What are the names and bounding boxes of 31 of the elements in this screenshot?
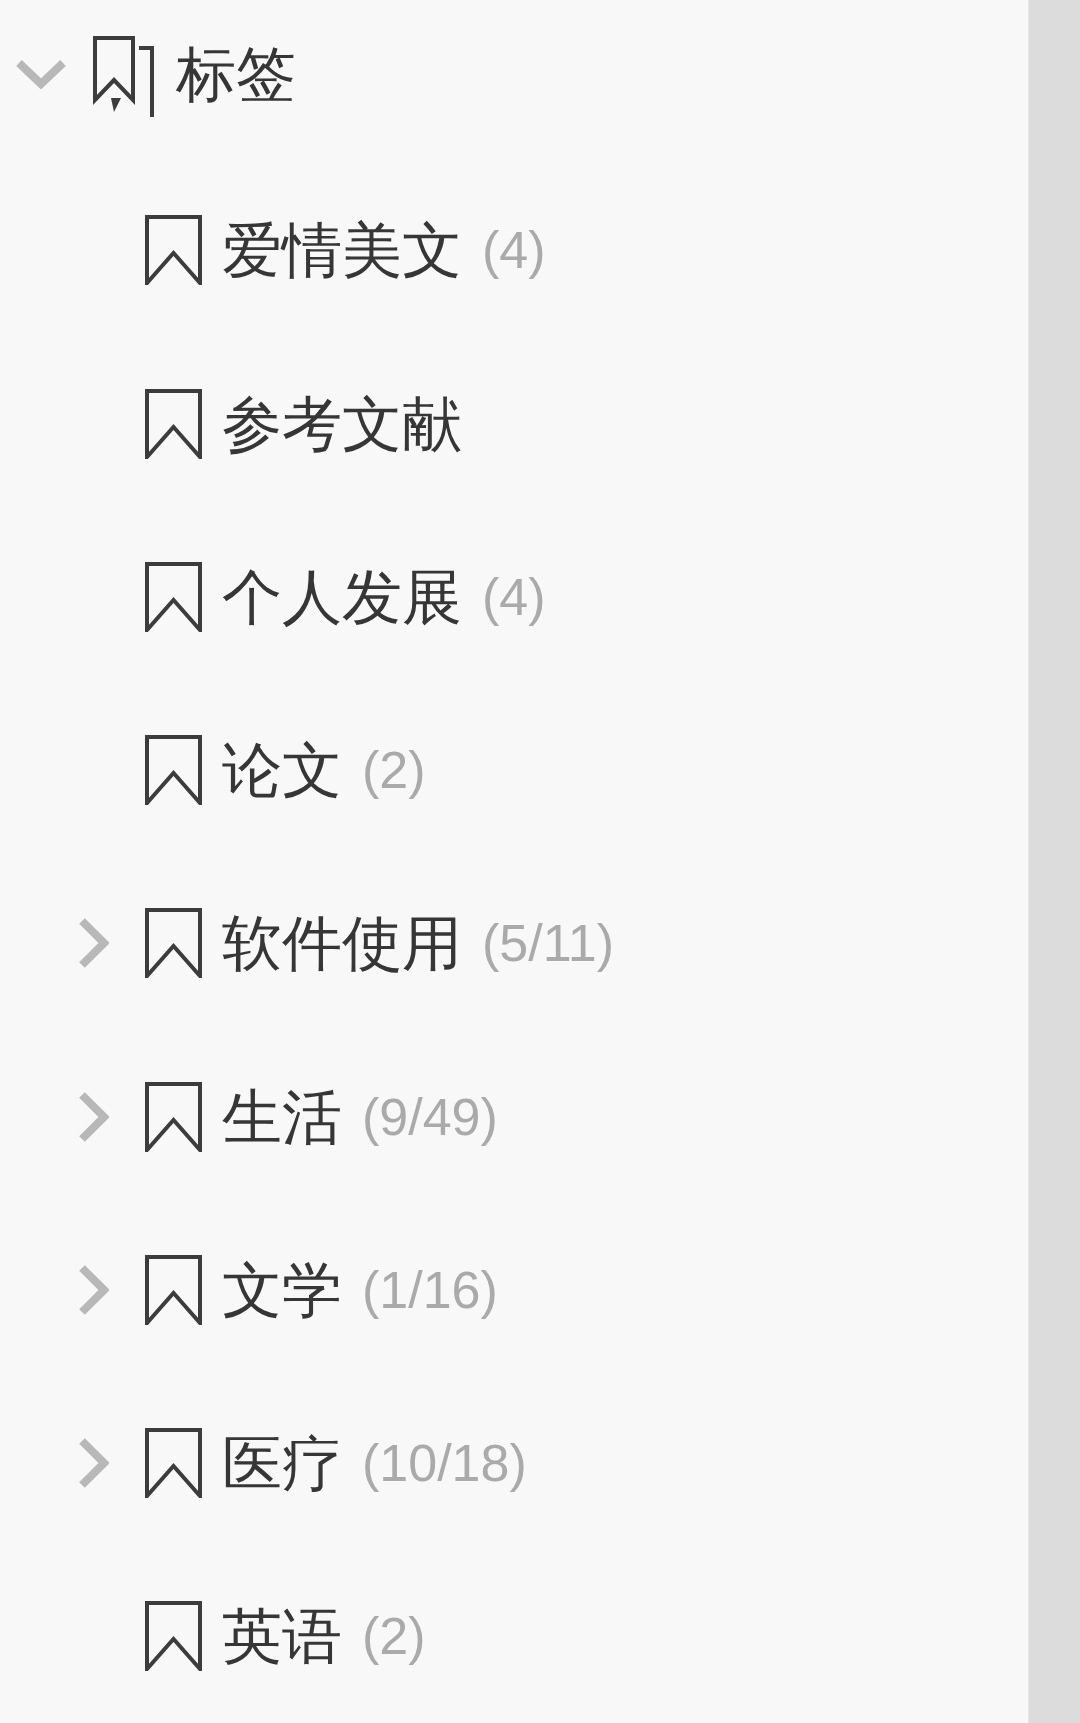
bookmark-icon bbox=[145, 1601, 202, 1672]
bookmark-icon bbox=[145, 1081, 202, 1152]
tag-label[interactable]: 个人发展 bbox=[222, 566, 462, 627]
chevron-right-icon[interactable] bbox=[78, 917, 109, 970]
bookmarks-icon bbox=[93, 35, 155, 117]
chevron-right-icon[interactable] bbox=[78, 1090, 109, 1143]
tag-label[interactable]: 爱情美文 bbox=[222, 220, 462, 281]
chevron-right-icon[interactable] bbox=[78, 1437, 109, 1490]
tag-count: (2) bbox=[362, 744, 426, 797]
tag-label[interactable]: 软件使用 bbox=[222, 913, 462, 974]
tag-count: (10/18) bbox=[362, 1437, 527, 1490]
bookmark-icon bbox=[145, 735, 202, 806]
tag-label[interactable]: 英语 bbox=[222, 1606, 342, 1667]
tag-count: (4) bbox=[482, 224, 546, 277]
tag-count: (5/11) bbox=[482, 917, 614, 970]
tag-label[interactable]: 医疗 bbox=[222, 1433, 342, 1494]
tag-label[interactable]: 文学 bbox=[222, 1259, 342, 1320]
tag-label[interactable]: 生活 bbox=[222, 1086, 342, 1147]
tree-heading[interactable]: 标签 bbox=[176, 44, 296, 105]
bookmark-icon bbox=[145, 215, 202, 286]
bookmark-icon bbox=[145, 1428, 202, 1499]
tag-label[interactable]: 论文 bbox=[222, 740, 342, 801]
bookmark-icon bbox=[145, 388, 202, 459]
chevron-down-icon[interactable] bbox=[15, 59, 67, 90]
bookmark-icon bbox=[145, 908, 202, 979]
tag-count: (2) bbox=[362, 1610, 426, 1663]
tag-label[interactable]: 参考文献 bbox=[222, 393, 462, 454]
scrollbar[interactable] bbox=[1028, 0, 1080, 1723]
chevron-right-icon[interactable] bbox=[78, 1263, 109, 1316]
bookmark-icon bbox=[145, 561, 202, 632]
bookmark-icon bbox=[145, 1254, 202, 1325]
